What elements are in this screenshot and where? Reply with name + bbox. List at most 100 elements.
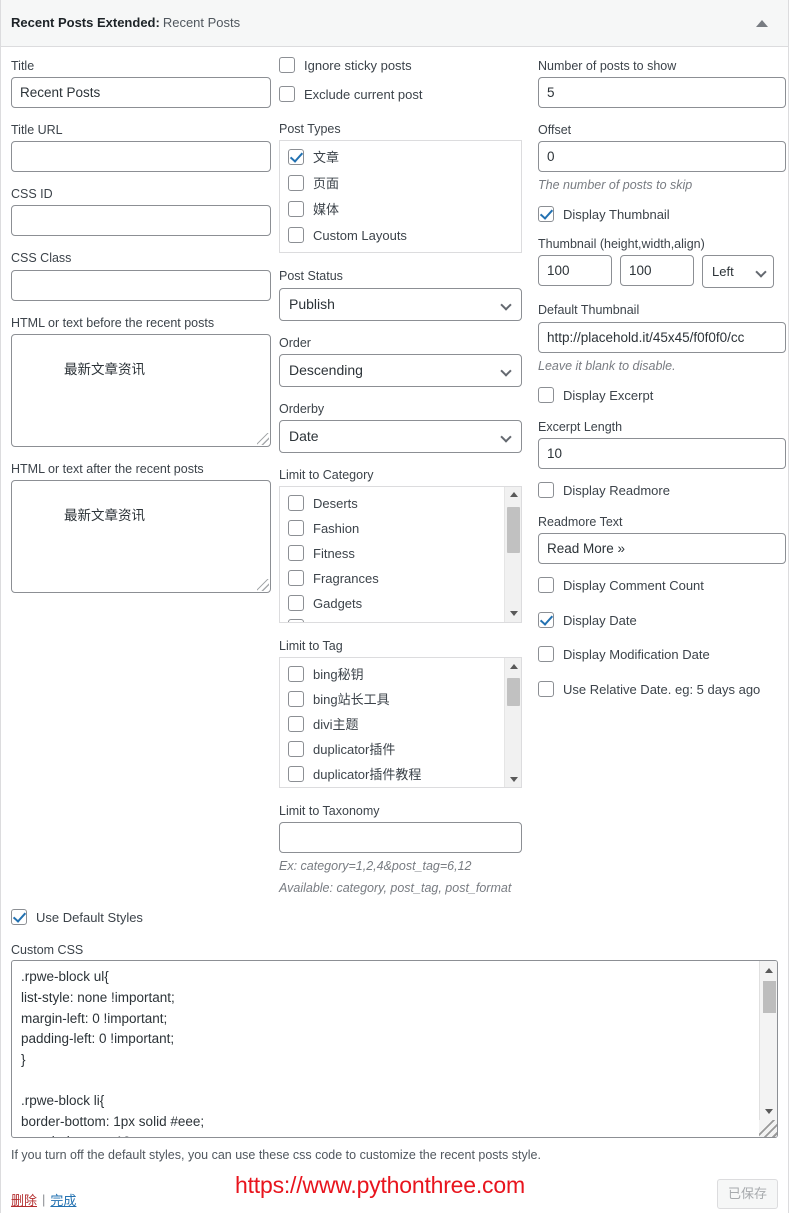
limit-to-category-list[interactable]: Deserts Fashion Fitness Fragrances Gadge… bbox=[279, 485, 522, 623]
html-after-textarea[interactable]: 最新文章资讯 bbox=[11, 479, 271, 593]
tag-item[interactable]: bing秘钥 bbox=[288, 666, 499, 684]
title-url-input[interactable] bbox=[11, 141, 271, 173]
display-thumbnail-row[interactable]: Display Thumbnail bbox=[538, 206, 786, 224]
category-checkbox-5[interactable] bbox=[288, 619, 304, 622]
widget-header[interactable]: Recent Posts Extended: Recent Posts bbox=[1, 0, 788, 47]
category-item[interactable]: Fashion bbox=[288, 519, 499, 538]
post-type-label-0: 文章 bbox=[313, 149, 340, 165]
category-checkbox-0[interactable] bbox=[288, 494, 304, 511]
display-readmore-checkbox[interactable] bbox=[538, 481, 554, 498]
tag-checkbox-1[interactable] bbox=[288, 690, 304, 707]
tag-checkbox-4[interactable] bbox=[288, 765, 304, 782]
tag-checkbox-3[interactable] bbox=[288, 740, 304, 757]
css-class-input[interactable] bbox=[11, 269, 271, 301]
save-button[interactable]: 已保存 bbox=[716, 1179, 778, 1210]
tag-list-scrollbar[interactable] bbox=[504, 658, 521, 788]
order-select[interactable]: Descending bbox=[279, 353, 522, 387]
display-modification-date-checkbox[interactable] bbox=[538, 646, 554, 663]
category-item[interactable]: Fitness bbox=[288, 544, 499, 563]
default-thumbnail-input[interactable]: http://placehold.it/45x45/f0f0f0/cc bbox=[538, 321, 786, 353]
limit-to-tag-list[interactable]: bing秘钥 bing站长工具 divi主题 duplicator插件 dupl… bbox=[279, 657, 522, 789]
widget-collapse-toggle[interactable] bbox=[746, 0, 778, 46]
display-excerpt-checkbox[interactable] bbox=[538, 386, 554, 403]
display-thumbnail-checkbox[interactable] bbox=[538, 206, 554, 223]
post-type-item[interactable]: 媒体 bbox=[288, 200, 513, 219]
thumbnail-align-select[interactable]: Left bbox=[702, 255, 774, 289]
tag-item[interactable]: bing站长工具 bbox=[288, 690, 499, 709]
thumbnail-width-input[interactable]: 100 bbox=[620, 255, 694, 287]
category-checkbox-1[interactable] bbox=[288, 519, 304, 536]
tag-item[interactable]: duplicator插件 bbox=[288, 740, 499, 759]
post-type-checkbox-1[interactable] bbox=[288, 174, 304, 191]
thumbnail-height-input[interactable]: 100 bbox=[538, 255, 612, 287]
post-type-item[interactable]: 页面 bbox=[288, 174, 513, 193]
excerpt-length-input[interactable]: 10 bbox=[538, 437, 786, 469]
tag-label-2: divi主题 bbox=[313, 716, 359, 732]
title-input[interactable]: Recent Posts bbox=[11, 77, 271, 109]
display-date-row[interactable]: Display Date bbox=[538, 611, 786, 630]
limit-taxonomy-input[interactable] bbox=[279, 822, 522, 854]
post-type-item[interactable]: Custom Layouts bbox=[288, 226, 513, 245]
delete-widget-link[interactable]: 删除 bbox=[11, 1190, 37, 1209]
ignore-sticky-posts-checkbox[interactable] bbox=[279, 57, 295, 73]
html-before-field-group: HTML or text before the recent posts 最新文… bbox=[11, 314, 271, 447]
scrollbar-thumb[interactable] bbox=[507, 678, 520, 707]
display-date-checkbox[interactable] bbox=[538, 611, 554, 628]
post-type-item[interactable]: 文章 bbox=[288, 148, 513, 167]
category-item[interactable]: Deserts bbox=[288, 494, 499, 513]
category-item[interactable]: Gadgets bbox=[288, 594, 499, 613]
use-relative-date-checkbox[interactable] bbox=[538, 681, 554, 698]
display-modification-date-row[interactable]: Display Modification Date bbox=[538, 646, 786, 664]
post-type-checkbox-3[interactable] bbox=[288, 226, 304, 243]
done-link[interactable]: 完成 bbox=[50, 1190, 76, 1209]
resize-grip-icon[interactable] bbox=[257, 432, 269, 445]
tag-item[interactable]: duplicator插件教程 bbox=[288, 765, 499, 784]
html-after-field-group: HTML or text after the recent posts 最新文章… bbox=[11, 460, 271, 593]
display-comment-count-row[interactable]: Display Comment Count bbox=[538, 576, 786, 595]
category-checkbox-4[interactable] bbox=[288, 594, 304, 611]
display-excerpt-row[interactable]: Display Excerpt bbox=[538, 386, 786, 405]
custom-css-textarea[interactable]: .rpwe-block ul{ list-style: none !import… bbox=[11, 960, 778, 1139]
category-checkbox-2[interactable] bbox=[288, 544, 304, 561]
scroll-up-arrow-icon[interactable] bbox=[760, 963, 777, 978]
scroll-up-arrow-icon[interactable] bbox=[505, 659, 521, 673]
html-before-textarea[interactable]: 最新文章资讯 bbox=[11, 333, 271, 447]
tag-label-1: bing站长工具 bbox=[313, 691, 390, 707]
scrollbar-thumb[interactable] bbox=[763, 981, 776, 1014]
category-checkbox-3[interactable] bbox=[288, 569, 304, 586]
tag-checkbox-0[interactable] bbox=[288, 666, 304, 683]
use-default-styles-checkbox[interactable] bbox=[11, 909, 27, 926]
scroll-down-arrow-icon[interactable] bbox=[505, 772, 521, 786]
category-item[interactable]: Fragrances bbox=[288, 569, 499, 588]
exclude-current-post-checkbox[interactable] bbox=[279, 85, 295, 102]
css-id-input[interactable] bbox=[11, 205, 271, 237]
chevron-down-icon bbox=[755, 266, 767, 279]
post-type-checkbox-0[interactable] bbox=[288, 148, 304, 165]
orderby-select[interactable]: Date bbox=[279, 419, 522, 453]
use-default-styles-row[interactable]: Use Default Styles bbox=[11, 909, 778, 927]
order-field-group: Order Descending bbox=[279, 334, 522, 387]
post-status-select[interactable]: Publish bbox=[279, 287, 522, 321]
use-relative-date-row[interactable]: Use Relative Date. eg: 5 days ago bbox=[538, 681, 786, 699]
readmore-text-input[interactable]: Read More » bbox=[538, 532, 786, 564]
left-column-spacer bbox=[11, 606, 271, 818]
ignore-sticky-posts-row[interactable]: Ignore sticky posts bbox=[279, 57, 522, 75]
scroll-down-arrow-icon[interactable] bbox=[760, 1104, 777, 1119]
tag-item[interactable]: divi主题 bbox=[288, 715, 499, 734]
custom-css-scrollbar[interactable] bbox=[759, 961, 777, 1138]
title-label: Title bbox=[11, 59, 35, 73]
scrollbar-thumb[interactable] bbox=[507, 506, 520, 553]
offset-input[interactable]: 0 bbox=[538, 141, 786, 173]
resize-grip-icon[interactable] bbox=[257, 578, 269, 591]
post-type-checkbox-2[interactable] bbox=[288, 200, 304, 217]
display-readmore-row[interactable]: Display Readmore bbox=[538, 481, 786, 500]
number-of-posts-input[interactable]: 5 bbox=[538, 77, 786, 109]
tag-checkbox-2[interactable] bbox=[288, 715, 304, 732]
scroll-down-arrow-icon[interactable] bbox=[505, 607, 521, 621]
category-list-scrollbar[interactable] bbox=[504, 486, 521, 622]
scroll-up-arrow-icon[interactable] bbox=[505, 488, 521, 502]
resize-grip-icon[interactable] bbox=[759, 1120, 777, 1138]
display-comment-count-checkbox[interactable] bbox=[538, 576, 554, 593]
exclude-current-post-row[interactable]: Exclude current post bbox=[279, 85, 522, 104]
category-item-partial[interactable] bbox=[288, 619, 499, 622]
